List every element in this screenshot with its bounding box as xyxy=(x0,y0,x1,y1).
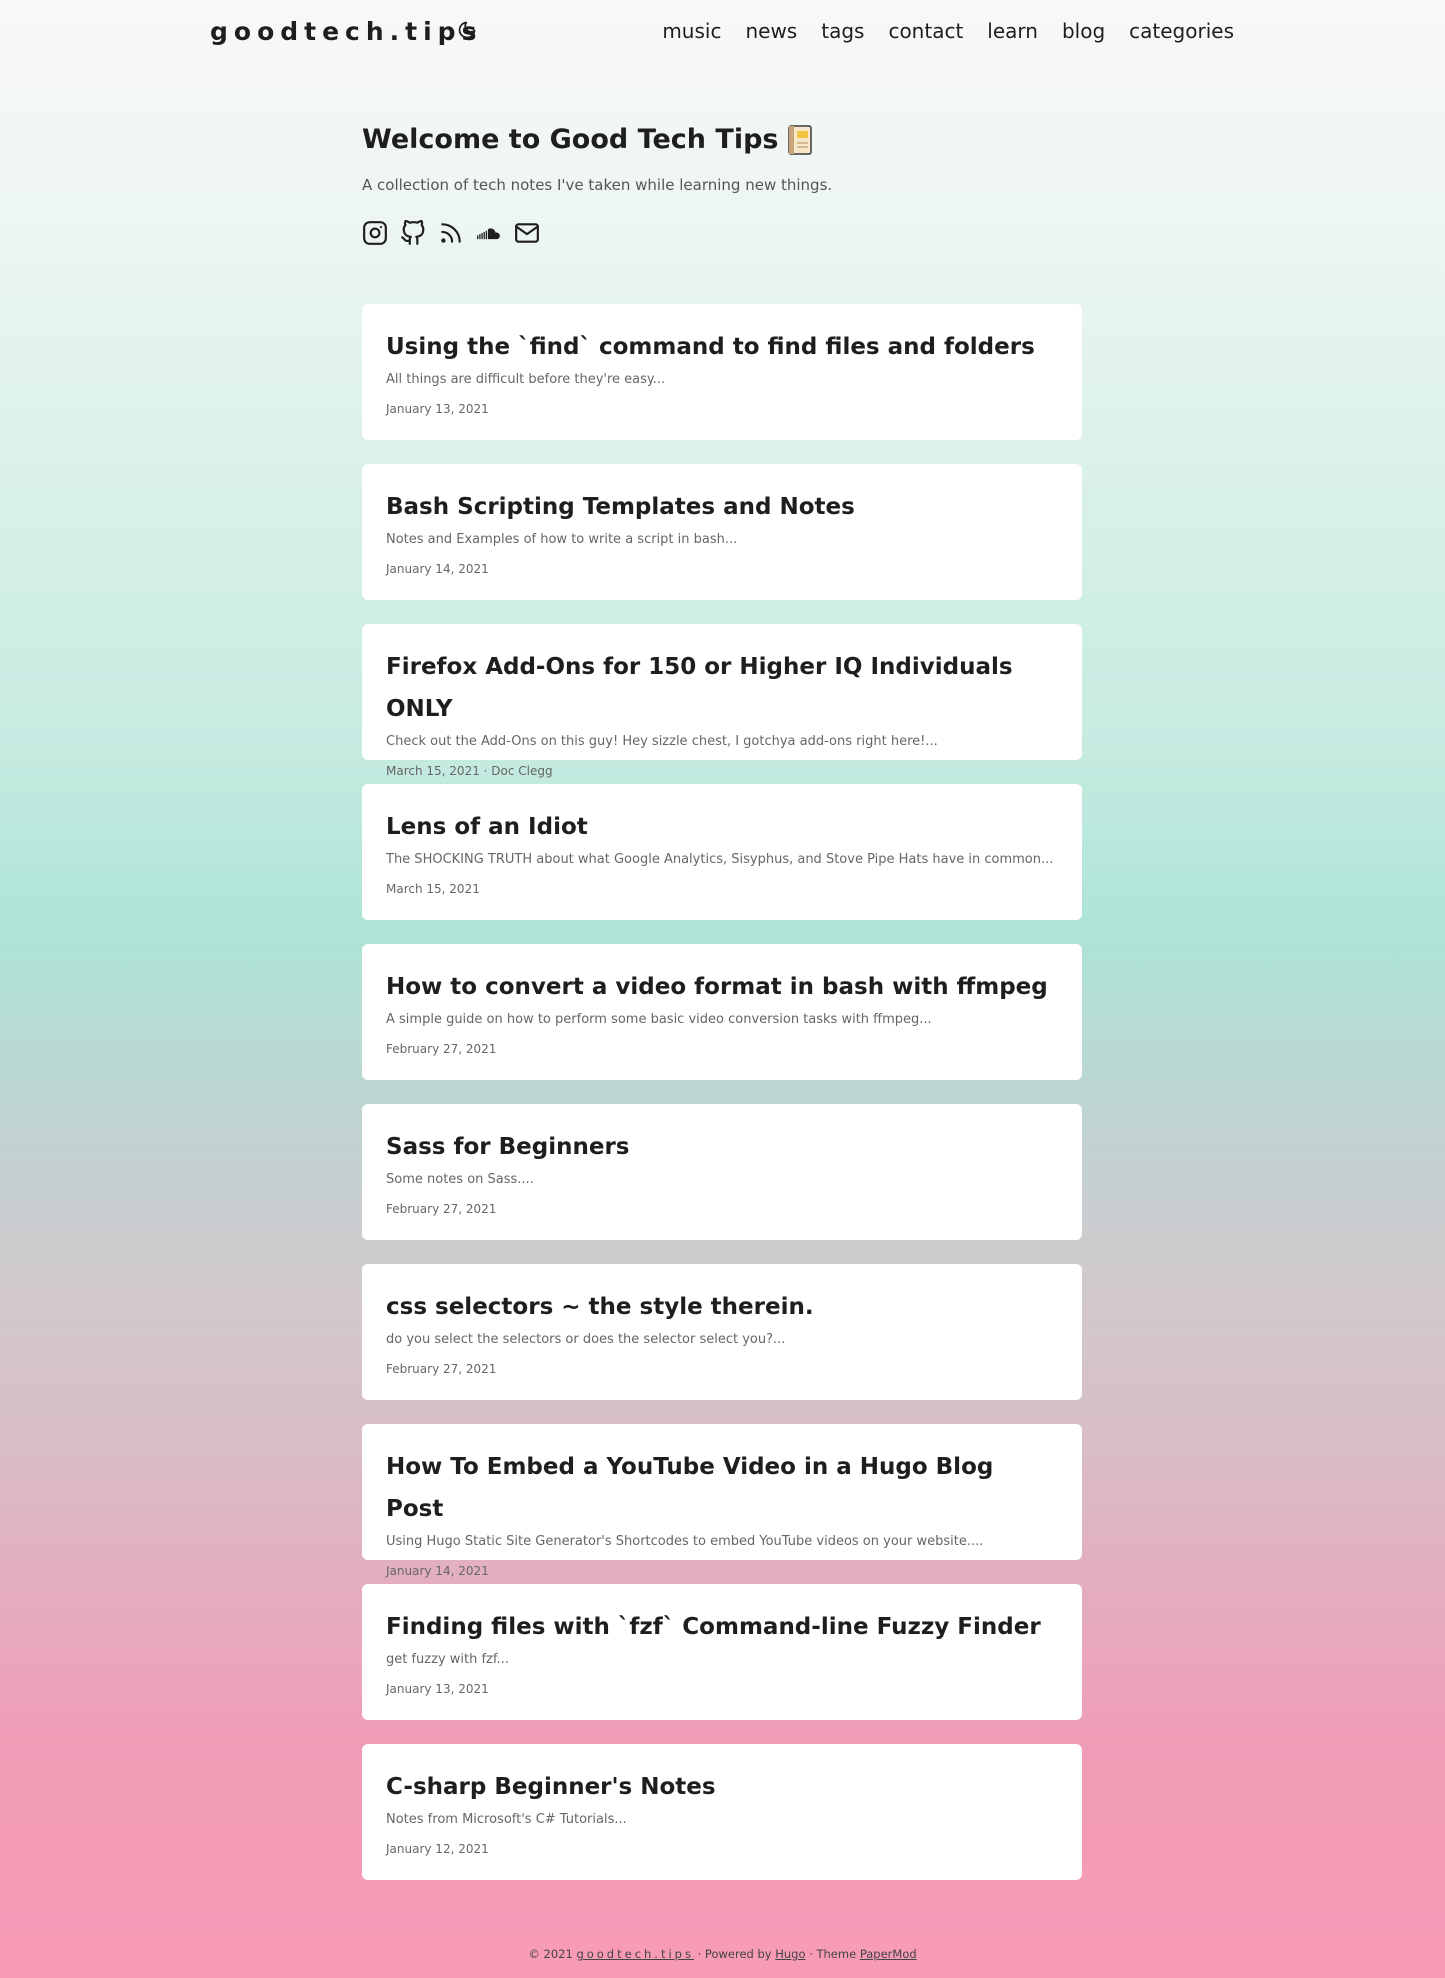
footer-site-link[interactable]: goodtech.tips xyxy=(576,1947,694,1961)
post-summary: Using Hugo Static Site Generator's Short… xyxy=(386,1534,984,1549)
post-meta: January 14, 2021 xyxy=(386,1564,489,1578)
post-meta: January 14, 2021 xyxy=(386,562,489,576)
soundcloud-icon[interactable] xyxy=(476,220,502,246)
home-intro: Welcome to Good Tech Tips A collection o… xyxy=(362,118,1082,246)
post-entry[interactable]: Firefox Add-Ons for 150 or Higher IQ Ind… xyxy=(362,624,1082,778)
post-entry[interactable]: Using the `find` command to find files a… xyxy=(362,304,1082,440)
post-entry[interactable]: How To Embed a YouTube Video in a Hugo B… xyxy=(362,1424,1082,1578)
nav-item-categories[interactable]: categories xyxy=(1129,14,1234,48)
post-title: Firefox Add-Ons for 150 or Higher IQ Ind… xyxy=(386,654,1013,722)
post-summary: do you select the selectors or does the … xyxy=(386,1332,786,1347)
post-title: Finding files with `fzf` Command-line Fu… xyxy=(386,1614,1041,1640)
footer-theme-label: · Theme xyxy=(809,1947,857,1961)
post-summary: get fuzzy with fzf... xyxy=(386,1652,509,1667)
post-summary: A simple guide on how to perform some ba… xyxy=(386,1012,932,1027)
post-entry[interactable]: Finding files with `fzf` Command-line Fu… xyxy=(362,1584,1082,1720)
post-title: Lens of an Idiot xyxy=(386,814,588,840)
post-title: Sass for Beginners xyxy=(386,1134,630,1160)
post-title: css selectors ~ the style therein. xyxy=(386,1294,814,1320)
footer-hugo-link[interactable]: Hugo xyxy=(775,1947,805,1961)
post-summary: Check out the Add-Ons on this guy! Hey s… xyxy=(386,734,938,749)
github-icon[interactable] xyxy=(400,219,426,246)
post-summary: Notes and Examples of how to write a scr… xyxy=(386,532,738,547)
email-icon[interactable] xyxy=(514,220,540,246)
notebook-icon xyxy=(788,125,813,155)
post-entry[interactable]: C-sharp Beginner's Notes Notes from Micr… xyxy=(362,1744,1082,1880)
instagram-icon[interactable] xyxy=(362,220,388,246)
post-entry[interactable]: Bash Scripting Templates and Notes Notes… xyxy=(362,464,1082,600)
post-meta: March 15, 2021 xyxy=(386,882,480,896)
social-icons xyxy=(362,219,1082,246)
post-entry[interactable]: Sass for Beginners Some notes on Sass...… xyxy=(362,1104,1082,1240)
nav-item-music[interactable]: music xyxy=(662,14,721,48)
post-entry[interactable]: css selectors ~ the style therein. do yo… xyxy=(362,1264,1082,1400)
nav-item-contact[interactable]: contact xyxy=(888,14,963,48)
moon-icon[interactable] xyxy=(457,20,477,40)
post-meta: February 27, 2021 xyxy=(386,1042,497,1056)
footer-powered-by: · Powered by xyxy=(697,1947,772,1961)
post-title: How To Embed a YouTube Video in a Hugo B… xyxy=(386,1454,994,1522)
post-summary: All things are difficult before they're … xyxy=(386,372,666,387)
post-title: How to convert a video format in bash wi… xyxy=(386,974,1048,1000)
post-title: Using the `find` command to find files a… xyxy=(386,334,1035,360)
post-meta: January 12, 2021 xyxy=(386,1842,489,1856)
nav-item-learn[interactable]: learn xyxy=(987,14,1038,48)
site-footer: © 2021 goodtech.tips · Powered by Hugo ·… xyxy=(0,1944,1445,1964)
nav-item-blog[interactable]: blog xyxy=(1062,14,1105,48)
post-summary: Notes from Microsoft's C# Tutorials... xyxy=(386,1812,627,1827)
post-meta: January 13, 2021 xyxy=(386,402,489,416)
footer-copyright: © 2021 xyxy=(528,1947,573,1961)
site-header: goodtech.tips music news tags contact le… xyxy=(0,0,1445,62)
post-entry[interactable]: How to convert a video format in bash wi… xyxy=(362,944,1082,1080)
post-list: Using the `find` command to find files a… xyxy=(362,304,1082,1904)
nav-item-tags[interactable]: tags xyxy=(821,14,864,48)
post-summary: The SHOCKING TRUTH about what Google Ana… xyxy=(386,852,1054,867)
post-meta: March 15, 2021 · Doc Clegg xyxy=(386,764,553,778)
post-summary: Some notes on Sass.... xyxy=(386,1172,534,1187)
rss-icon[interactable] xyxy=(438,220,464,246)
post-title: C-sharp Beginner's Notes xyxy=(386,1774,716,1800)
post-meta: February 27, 2021 xyxy=(386,1202,497,1216)
page-subtitle: A collection of tech notes I've taken wh… xyxy=(362,176,833,194)
page-title-text: Welcome to Good Tech Tips xyxy=(362,124,779,155)
post-entry[interactable]: Lens of an Idiot The SHOCKING TRUTH abou… xyxy=(362,784,1082,920)
post-title: Bash Scripting Templates and Notes xyxy=(386,494,855,520)
footer-papermod-link[interactable]: PaperMod xyxy=(860,1947,917,1961)
page-title: Welcome to Good Tech Tips xyxy=(362,118,1082,162)
post-meta: January 13, 2021 xyxy=(386,1682,489,1696)
site-logo[interactable]: goodtech.tips xyxy=(210,14,482,50)
nav-item-news[interactable]: news xyxy=(745,14,797,48)
post-meta: February 27, 2021 xyxy=(386,1362,497,1376)
main-nav: music news tags contact learn blog categ… xyxy=(662,14,1234,48)
